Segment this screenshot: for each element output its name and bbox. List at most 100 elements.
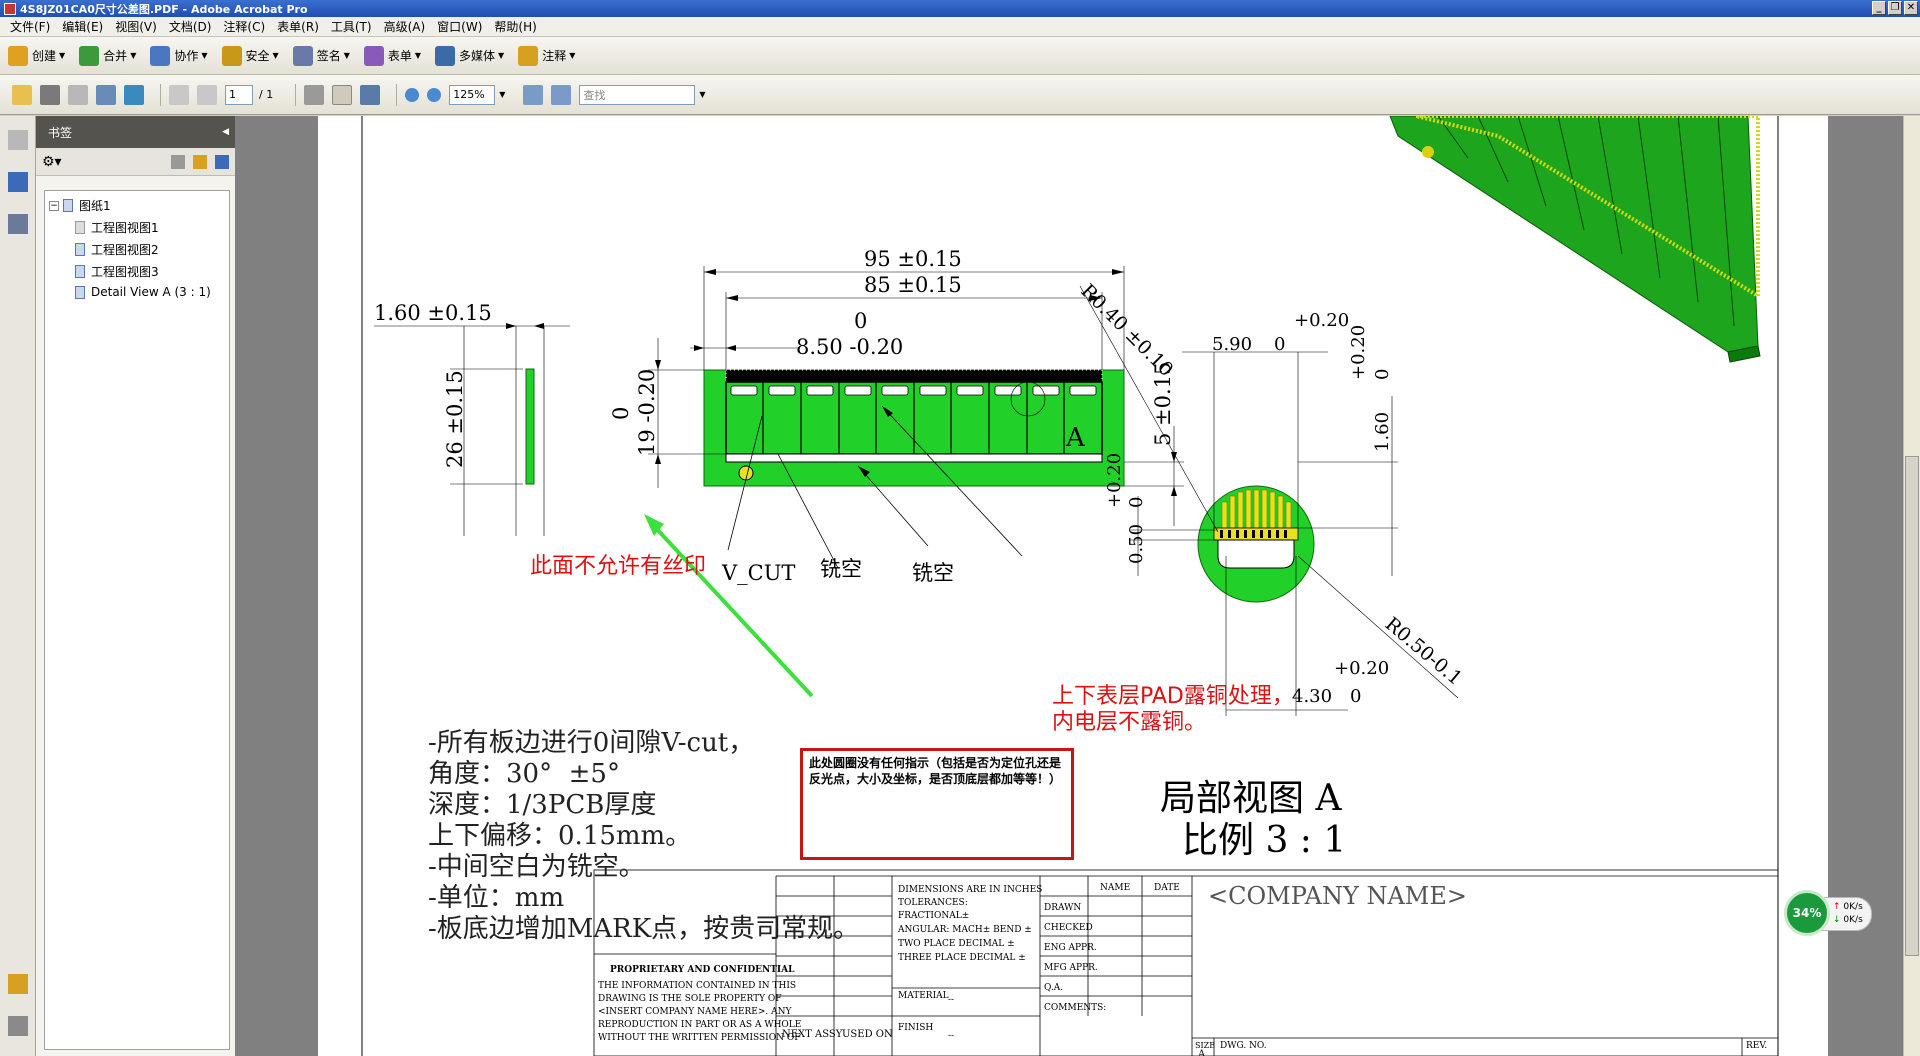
restore-button[interactable]: ❐ [1888, 1, 1902, 15]
dim-tol-zero-v: 0 [609, 407, 633, 420]
lock-icon [221, 45, 242, 66]
proprietary-title: PROPRIETARY AND CONFIDENTIAL [610, 965, 795, 975]
bookmark-detail-a[interactable]: Detail View A (3 : 1) [75, 285, 211, 299]
prev-page-icon[interactable] [169, 84, 189, 105]
bookmark-label: Detail View A (3 : 1) [91, 285, 211, 299]
tol-line: ANGULAR: MACH± BEND ± [897, 925, 1032, 935]
form-icon [363, 45, 384, 66]
menu-forms[interactable]: 表单(R) [271, 18, 325, 35]
combine-button[interactable]: 合并 ▼ [79, 45, 136, 66]
dim-inner-width: 85 ±0.15 [864, 273, 962, 297]
vertical-scrollbar[interactable] [1903, 116, 1920, 1056]
panel-splitter[interactable] [236, 116, 318, 1056]
navigation-rail [0, 116, 36, 1056]
print-icon[interactable] [40, 84, 60, 105]
menu-edit[interactable]: 编辑(E) [56, 18, 109, 35]
attachments-icon[interactable] [8, 1016, 28, 1036]
prop-line: <INSERT COMPANY NAME HERE>. ANY [598, 1007, 792, 1017]
acrobat-icon [4, 2, 16, 15]
menu-window[interactable]: 窗口(W) [431, 18, 488, 35]
tol-line: DIMENSIONS ARE IN INCHES [898, 885, 1042, 895]
title-bar: 4S8JZ01CA0尺寸公差图.PDF - Adobe Acrobat Pro … [0, 0, 1920, 17]
signatures-icon[interactable] [8, 214, 28, 234]
rev-label: REV. [1746, 1041, 1767, 1051]
expand-bookmark-icon[interactable] [215, 154, 229, 169]
save-icon[interactable] [68, 84, 88, 105]
zoom-tool-icon[interactable] [360, 84, 381, 105]
dim-tol-zero: 0 [854, 309, 867, 333]
fit-width-icon[interactable] [551, 84, 572, 105]
menu-advanced[interactable]: 高级(A) [378, 18, 432, 35]
dim-430: 4.30 [1292, 686, 1332, 707]
menu-view[interactable]: 视图(V) [109, 18, 163, 35]
zoom-input[interactable]: 125% [449, 84, 496, 105]
dim-slot-height: 19 -0.20 [635, 369, 659, 456]
secure-label: 安全 [245, 49, 270, 63]
download-speed: 0K/s [1843, 915, 1863, 925]
panel-title: 书签 [48, 125, 73, 140]
network-monitor-widget[interactable]: ↑ 0K/s ↓ 0K/s 34% [1784, 890, 1872, 936]
bookmarks-panel: 书签 ◀ ⚙▾ − 图纸1 工程图视图1 工程图视图2 工程图视图3 Detail … [36, 116, 236, 1056]
menu-file[interactable]: 文件(F) [4, 18, 56, 35]
film-icon [435, 45, 456, 66]
zoom-in-icon[interactable] [427, 87, 442, 102]
bookmarks-icon[interactable] [8, 172, 28, 192]
email-icon[interactable] [96, 84, 116, 105]
page-number-input[interactable]: 1 [225, 84, 253, 105]
open-folder-icon[interactable] [12, 84, 32, 105]
menu-tools[interactable]: 工具(T) [325, 18, 378, 35]
close-button[interactable]: ✕ [1904, 1, 1918, 15]
hand-tool-icon[interactable] [332, 84, 353, 105]
options-gear-icon[interactable]: ⚙▾ [42, 154, 62, 170]
zoom-dropdown-icon[interactable]: ▼ [499, 90, 505, 99]
collapse-icon[interactable]: − [49, 200, 59, 211]
sign-label: 签名 [316, 49, 341, 63]
panel-collapse-icon[interactable]: ◀ [222, 127, 229, 137]
collaborate-button[interactable]: 协作 ▼ [150, 45, 208, 66]
cpu-usage: 34% [1784, 890, 1830, 936]
finish-value: -- [948, 1031, 954, 1041]
prop-line: THE INFORMATION CONTAINED IN THIS [598, 981, 796, 991]
select-text-icon[interactable] [304, 84, 325, 105]
delete-bookmark-icon[interactable] [171, 154, 185, 169]
detail-view-title: 局部视图 A [1160, 778, 1342, 819]
dim-radius-050: R0.50-0.1 [1381, 613, 1467, 690]
multimedia-button[interactable]: 多媒体 ▼ [435, 45, 504, 66]
pages-icon[interactable] [8, 130, 28, 150]
minimize-button[interactable]: _ [1872, 1, 1886, 15]
drawn-label: DRAWN [1044, 903, 1081, 913]
menu-help[interactable]: 帮助(H) [488, 18, 542, 35]
comments-icon[interactable] [8, 974, 28, 994]
prop-line: REPRODUCTION IN PART OR AS A WHOLE [598, 1020, 801, 1030]
create-button[interactable]: 创建 ▼ [8, 45, 65, 66]
menu-document[interactable]: 文档(D) [163, 18, 218, 35]
scrollbar-thumb[interactable] [1905, 456, 1919, 956]
search-dropdown-icon[interactable]: ▼ [699, 90, 705, 99]
comment-button[interactable]: 注释 ▼ [518, 45, 575, 66]
zoom-out-icon[interactable] [405, 87, 420, 102]
comments-label: COMMENTS: [1044, 1003, 1106, 1013]
note-line: -单位：mm [428, 883, 565, 913]
next-page-icon[interactable] [197, 84, 217, 105]
isometric-pcb-view [1389, 116, 1761, 363]
new-bookmark-icon[interactable] [193, 154, 207, 169]
material-value: -- [948, 995, 954, 1005]
menu-comments[interactable]: 注释(C) [217, 18, 271, 35]
bookmark-view3[interactable]: 工程图视图3 [75, 263, 159, 280]
fit-page-icon[interactable] [523, 84, 544, 105]
bookmark-label: 工程图视图3 [91, 265, 159, 279]
search-input[interactable]: 查找 [579, 84, 696, 105]
dim-overall-width: 95 ±0.15 [864, 247, 962, 271]
bookmark-view2[interactable]: 工程图视图2 [75, 241, 159, 258]
next-assy-label: NEXT ASSY [782, 1029, 843, 1040]
globe-icon[interactable] [124, 84, 144, 105]
bookmark-view1[interactable]: 工程图视图1 [75, 219, 159, 236]
detail-view-a: R0.40 ±0.10 R0.50-0.1 +0.20 5.90 0 +0.20… [1076, 280, 1466, 861]
secure-button[interactable]: 安全 ▼ [221, 45, 279, 66]
dim-590-tol: +0.20 [1294, 310, 1349, 331]
forms-button[interactable]: 表单 ▼ [363, 45, 421, 66]
sign-button[interactable]: 签名 ▼ [292, 45, 350, 66]
title-block-text: DIMENSIONS ARE IN INCHES TOLERANCES: FRA… [598, 882, 1767, 1056]
bookmark-sheet1[interactable]: − 图纸1 [49, 197, 111, 214]
note-line: -板底边增加MARK点，按贵司常规。 [428, 914, 860, 944]
